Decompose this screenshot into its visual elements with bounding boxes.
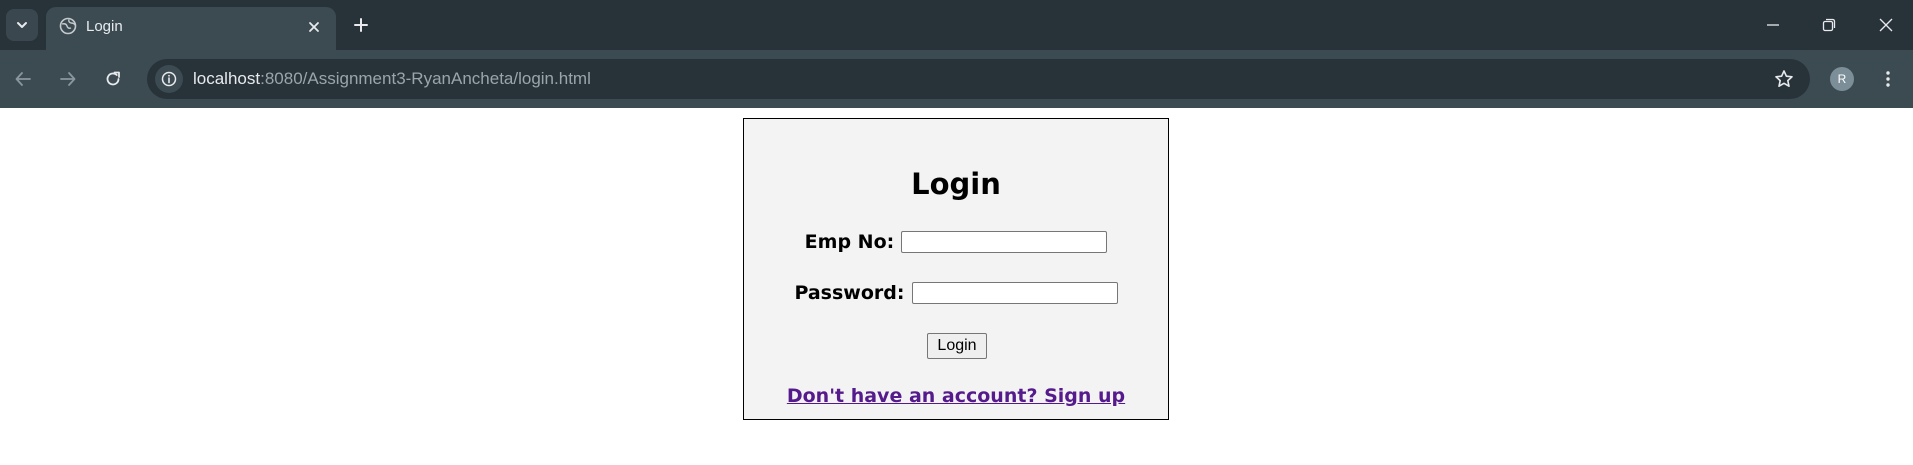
- active-tab[interactable]: Login: [46, 7, 336, 50]
- reload-icon: [106, 71, 120, 86]
- login-form: Login Emp No: Password: Login Don't have…: [743, 118, 1169, 420]
- close-icon: [309, 22, 319, 32]
- minimize-button[interactable]: [1760, 12, 1786, 38]
- emp-no-field[interactable]: [901, 231, 1108, 253]
- new-tab-button[interactable]: [348, 12, 374, 38]
- forward-button[interactable]: [54, 65, 82, 93]
- tab-close-button[interactable]: [304, 17, 324, 37]
- close-icon: [1879, 18, 1893, 32]
- globe-icon: [59, 17, 77, 35]
- reload-button[interactable]: [99, 65, 127, 93]
- plus-icon: [354, 18, 368, 32]
- site-info-button[interactable]: [155, 65, 183, 93]
- password-field[interactable]: [911, 282, 1118, 304]
- url-host: localhost: [193, 69, 261, 88]
- arrow-right-icon: [60, 72, 76, 86]
- tab-search-button[interactable]: [6, 9, 38, 41]
- emp-no-label: Emp No:: [804, 231, 895, 253]
- kebab-menu-icon: [1886, 71, 1890, 87]
- login-button[interactable]: Login: [927, 333, 987, 359]
- bookmark-button[interactable]: [1772, 67, 1796, 91]
- page-title: Login: [911, 167, 1001, 201]
- close-window-button[interactable]: [1873, 12, 1899, 38]
- back-button[interactable]: [9, 65, 37, 93]
- chevron-down-icon: [17, 22, 27, 28]
- signup-link[interactable]: Don't have an account? Sign up: [744, 385, 1168, 407]
- tab-strip: Login: [0, 0, 1913, 50]
- tab-title: Login: [86, 18, 123, 35]
- browser-menu-button[interactable]: [1876, 67, 1900, 91]
- arrow-left-icon: [15, 72, 31, 86]
- browser-toolbar: localhost:8080/Assignment3-RyanAncheta/l…: [0, 50, 1913, 108]
- password-row: Password:: [744, 282, 1168, 304]
- restore-button[interactable]: [1816, 12, 1842, 38]
- address-bar[interactable]: localhost:8080/Assignment3-RyanAncheta/l…: [147, 59, 1810, 99]
- url-text[interactable]: localhost:8080/Assignment3-RyanAncheta/l…: [193, 69, 591, 89]
- profile-avatar[interactable]: R: [1830, 67, 1854, 91]
- info-icon: [161, 71, 177, 87]
- star-icon: [1775, 70, 1793, 87]
- minimize-icon: [1767, 24, 1779, 26]
- password-label: Password:: [794, 282, 905, 304]
- url-path: :8080/Assignment3-RyanAncheta/login.html: [260, 69, 591, 88]
- restore-icon: [1822, 18, 1836, 32]
- emp-no-row: Emp No:: [744, 231, 1168, 253]
